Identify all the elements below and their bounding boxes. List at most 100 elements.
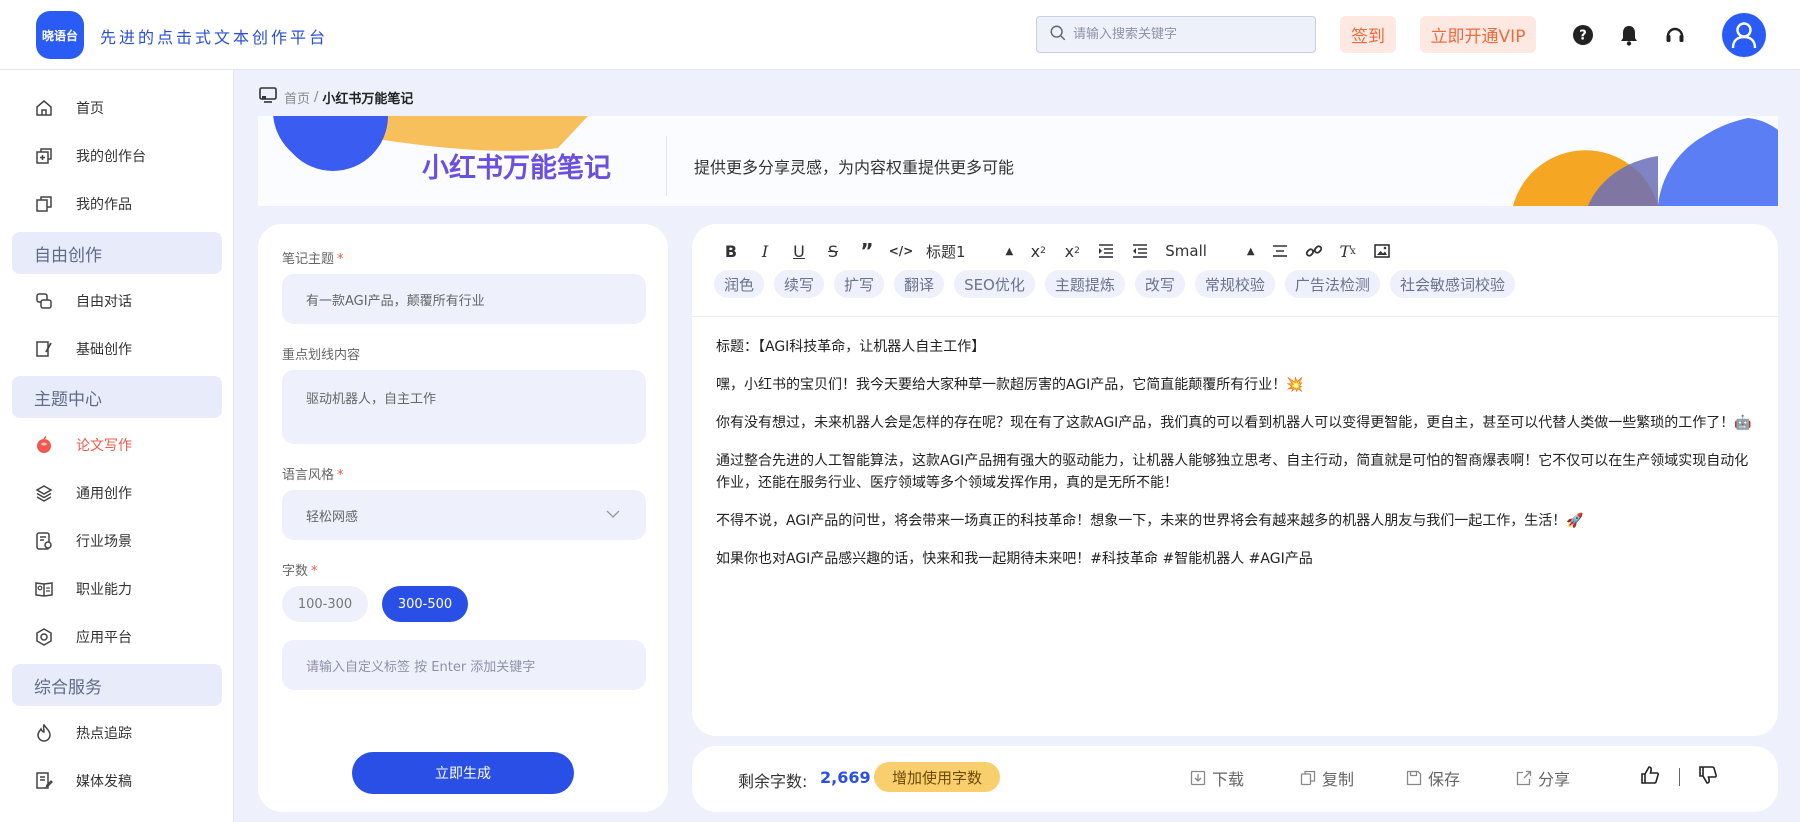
sidebar-item-works[interactable]: 我的作品 — [0, 184, 234, 224]
sidebar-item-hot-trends[interactable]: 热点追踪 — [0, 713, 234, 753]
sidebar-item-paper-writing[interactable]: 论文写作 — [0, 425, 234, 465]
trend-icon — [34, 723, 54, 743]
top-header: 晓语台 先进的点击式文本创作平台 签到 立即开通VIP ? — [0, 0, 1800, 70]
sidebar-item-app-platform[interactable]: 应用平台 — [0, 617, 234, 657]
copy-button[interactable]: 复制 — [1300, 766, 1354, 790]
sort-arrows-icon: ▲ — [1246, 245, 1255, 257]
indent-icon[interactable] — [1089, 238, 1123, 264]
sidebar-item-industry-scene[interactable]: 行业场景 — [0, 521, 234, 561]
topic-label: 笔记主题 * — [282, 252, 344, 267]
add-words-button[interactable]: 增加使用字数 — [874, 762, 1000, 792]
share-button[interactable]: 分享 — [1516, 766, 1570, 790]
style-label: 语言风格 * — [282, 468, 344, 483]
superscript-icon[interactable]: x2 — [1055, 238, 1089, 264]
breadcrumb: 首页 / 小红书万能笔记 — [258, 86, 413, 108]
help-icon[interactable]: ? — [1570, 22, 1596, 48]
topic-input[interactable]: 有一款AGI产品，颠覆所有行业 — [282, 274, 646, 324]
sidebar-item-home[interactable]: 首页 — [0, 88, 234, 128]
tag-topic-extract[interactable]: 主题提炼 — [1044, 270, 1125, 298]
content-paragraph: 如果你也对AGI产品感兴趣的话，快来和我一起期待未来吧！#科技革命 #智能机器人… — [716, 551, 1313, 567]
subscript-icon[interactable]: x2 — [1021, 238, 1055, 264]
share-icon — [1516, 770, 1532, 786]
banner-decoration-right — [1513, 118, 1778, 206]
key-content-input[interactable]: 驱动机器人，自主工作 — [282, 370, 646, 444]
app-logo[interactable]: 晓语台 — [36, 11, 84, 59]
save-button[interactable]: 保存 — [1406, 766, 1460, 790]
tag-expand[interactable]: 扩写 — [834, 270, 885, 298]
user-avatar[interactable] — [1722, 13, 1766, 57]
tag-sensitive-word-check[interactable]: 社会敏感词校验 — [1389, 270, 1515, 298]
image-icon[interactable] — [1365, 238, 1399, 264]
note-form: 笔记主题 * 有一款AGI产品，颠覆所有行业 重点划线内容 驱动机器人，自主工作 … — [258, 224, 668, 812]
link-icon[interactable] — [1297, 238, 1331, 264]
vip-button[interactable]: 立即开通VIP — [1420, 16, 1536, 53]
code-icon[interactable]: </> — [884, 238, 918, 264]
download-button[interactable]: 下载 — [1190, 766, 1244, 790]
banner-divider — [666, 136, 667, 196]
editor-divider — [692, 316, 1778, 317]
tag-continue[interactable]: 续写 — [774, 270, 825, 298]
sidebar-item-label: 职业能力 — [76, 582, 132, 598]
sidebar-item-free-chat[interactable]: 自由对话 — [0, 281, 234, 321]
bold-icon[interactable]: B — [714, 238, 748, 264]
sidebar-item-media-publish[interactable]: 媒体发稿 — [0, 761, 234, 801]
sidebar-item-career-ability[interactable]: 职业能力 — [0, 569, 234, 609]
sidebar-item-workbench[interactable]: 我的创作台 — [0, 136, 234, 176]
word-count-option-100-300[interactable]: 100-300 — [282, 586, 368, 622]
sidebar-item-general-creation[interactable]: 通用创作 — [0, 473, 234, 513]
thumbs-down-icon[interactable] — [1698, 765, 1718, 789]
key-content-label: 重点划线内容 — [282, 348, 361, 363]
content-paragraph: 不得不说，AGI产品的问世，将会带来一场真正的科技革命！想象一下，未来的世界将会… — [716, 513, 1584, 529]
section-integrated-service: 综合服务 — [12, 664, 222, 706]
thumbs-up-icon[interactable] — [1640, 765, 1660, 789]
sidebar-item-label: 我的创作台 — [76, 149, 146, 165]
layers-icon — [34, 483, 54, 503]
outdent-icon[interactable] — [1123, 238, 1157, 264]
word-count-option-300-500[interactable]: 300-500 — [382, 586, 468, 622]
sign-in-button[interactable]: 签到 — [1340, 16, 1396, 53]
heading-select[interactable]: 标题1 ▲ — [918, 241, 1021, 262]
breadcrumb-current: 小红书万能笔记 — [322, 91, 414, 107]
tag-translate[interactable]: 翻译 — [894, 270, 945, 298]
sidebar-item-label: 媒体发稿 — [76, 774, 132, 790]
generate-button[interactable]: 立即生成 — [352, 752, 574, 794]
underline-icon[interactable]: U — [782, 238, 816, 264]
quote-icon[interactable]: ” — [850, 238, 884, 264]
bell-icon[interactable] — [1616, 22, 1642, 48]
editor-toolbar: B I U S ” </> 标题1 ▲ x2 x2 Small ▲ Tx — [714, 238, 1399, 264]
download-icon — [1190, 770, 1206, 786]
strikethrough-icon[interactable]: S — [816, 238, 850, 264]
career-icon — [34, 579, 54, 599]
tag-polish[interactable]: 润色 — [714, 270, 765, 298]
sidebar-item-label: 基础创作 — [76, 342, 132, 358]
breadcrumb-home[interactable]: 首页 — [284, 88, 310, 107]
content-paragraph: 通过整合先进的人工智能算法，这款AGI产品拥有强大的驱动能力，让机器人能够独立思… — [716, 453, 1749, 491]
search-icon — [1049, 24, 1067, 46]
style-select[interactable]: 轻松网感 — [282, 490, 646, 540]
tag-regular-check[interactable]: 常规校验 — [1194, 270, 1275, 298]
save-icon — [1406, 770, 1422, 786]
sidebar-item-label: 首页 — [76, 101, 104, 117]
headset-icon[interactable] — [1662, 22, 1688, 48]
content-paragraph: 嘿，小红书的宝贝们！我今天要给大家种草一款超厉害的AGI产品，它简直能颠覆所有行… — [716, 377, 1304, 393]
tag-seo[interactable]: SEO优化 — [954, 270, 1035, 298]
workbench-icon — [34, 146, 54, 166]
tag-ad-law-check[interactable]: 广告法检测 — [1284, 270, 1380, 298]
custom-tag-input[interactable]: 请输入自定义标签 按 Enter 添加关键字 — [282, 640, 646, 690]
works-icon — [34, 194, 54, 214]
sidebar-item-basic-creation[interactable]: 基础创作 — [0, 329, 234, 369]
monitor-icon — [258, 86, 278, 108]
editor-content[interactable]: 标题：【AGI科技革命，让机器人自主工作】 嘿，小红书的宝贝们！我今天要给大家种… — [716, 336, 1756, 586]
ai-action-tags: 润色 续写 扩写 翻译 SEO优化 主题提炼 改写 常规校验 广告法检测 社会敏… — [714, 270, 1525, 298]
font-size-select[interactable]: Small ▲ — [1157, 242, 1262, 260]
clear-format-icon[interactable]: Tx — [1331, 238, 1365, 264]
align-icon[interactable] — [1263, 238, 1297, 264]
sidebar-item-label: 我的作品 — [76, 197, 132, 213]
search-box[interactable] — [1036, 16, 1316, 53]
app-slogan: 先进的点击式文本创作平台 — [100, 28, 329, 47]
search-input[interactable] — [1073, 27, 1303, 42]
italic-icon[interactable]: I — [748, 238, 782, 264]
tag-rewrite[interactable]: 改写 — [1134, 270, 1185, 298]
sidebar-item-label: 热点追踪 — [76, 726, 132, 742]
platform-icon — [34, 627, 54, 647]
